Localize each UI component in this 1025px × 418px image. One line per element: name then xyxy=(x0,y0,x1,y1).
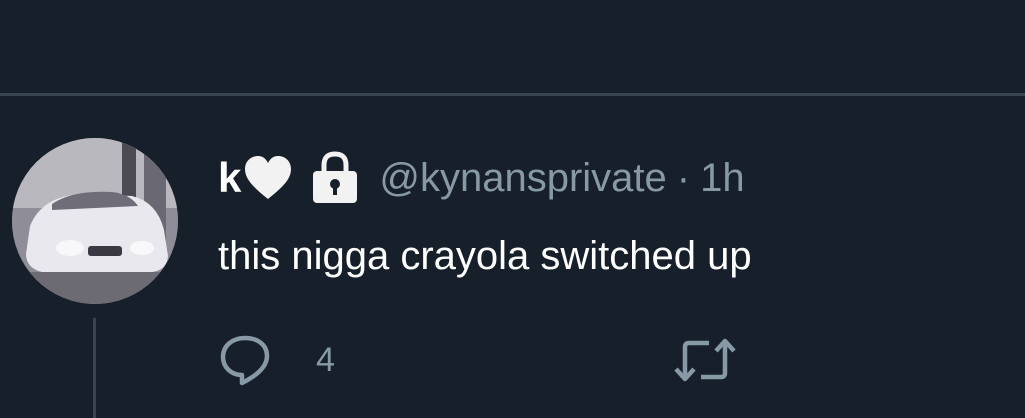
lock-icon xyxy=(309,151,361,205)
retweet-button[interactable] xyxy=(673,332,737,388)
tweet-actions: 4 xyxy=(218,332,736,388)
reply-count: 4 xyxy=(316,340,335,379)
reply-icon xyxy=(220,335,270,386)
display-name[interactable]: k xyxy=(218,157,241,199)
user-handle[interactable]: @kynansprivate xyxy=(379,156,666,201)
meta-separator: · xyxy=(676,155,691,200)
thread-connector-line xyxy=(93,318,96,418)
tweet-text: this nigga crayola switched up xyxy=(218,234,752,278)
avatar-car-photo xyxy=(12,138,178,304)
tweet-timestamp[interactable]: 1h xyxy=(700,156,745,201)
tweet-header: k @kynansprivate · 1h xyxy=(218,148,745,208)
top-divider xyxy=(0,93,1025,96)
reply-button[interactable]: 4 xyxy=(218,333,335,387)
white-heart-icon xyxy=(243,155,293,201)
avatar[interactable] xyxy=(12,138,178,304)
tweet-screenshot: k @kynansprivate · 1h this nigga crayola… xyxy=(0,0,1025,418)
retweet-icon xyxy=(674,338,736,382)
